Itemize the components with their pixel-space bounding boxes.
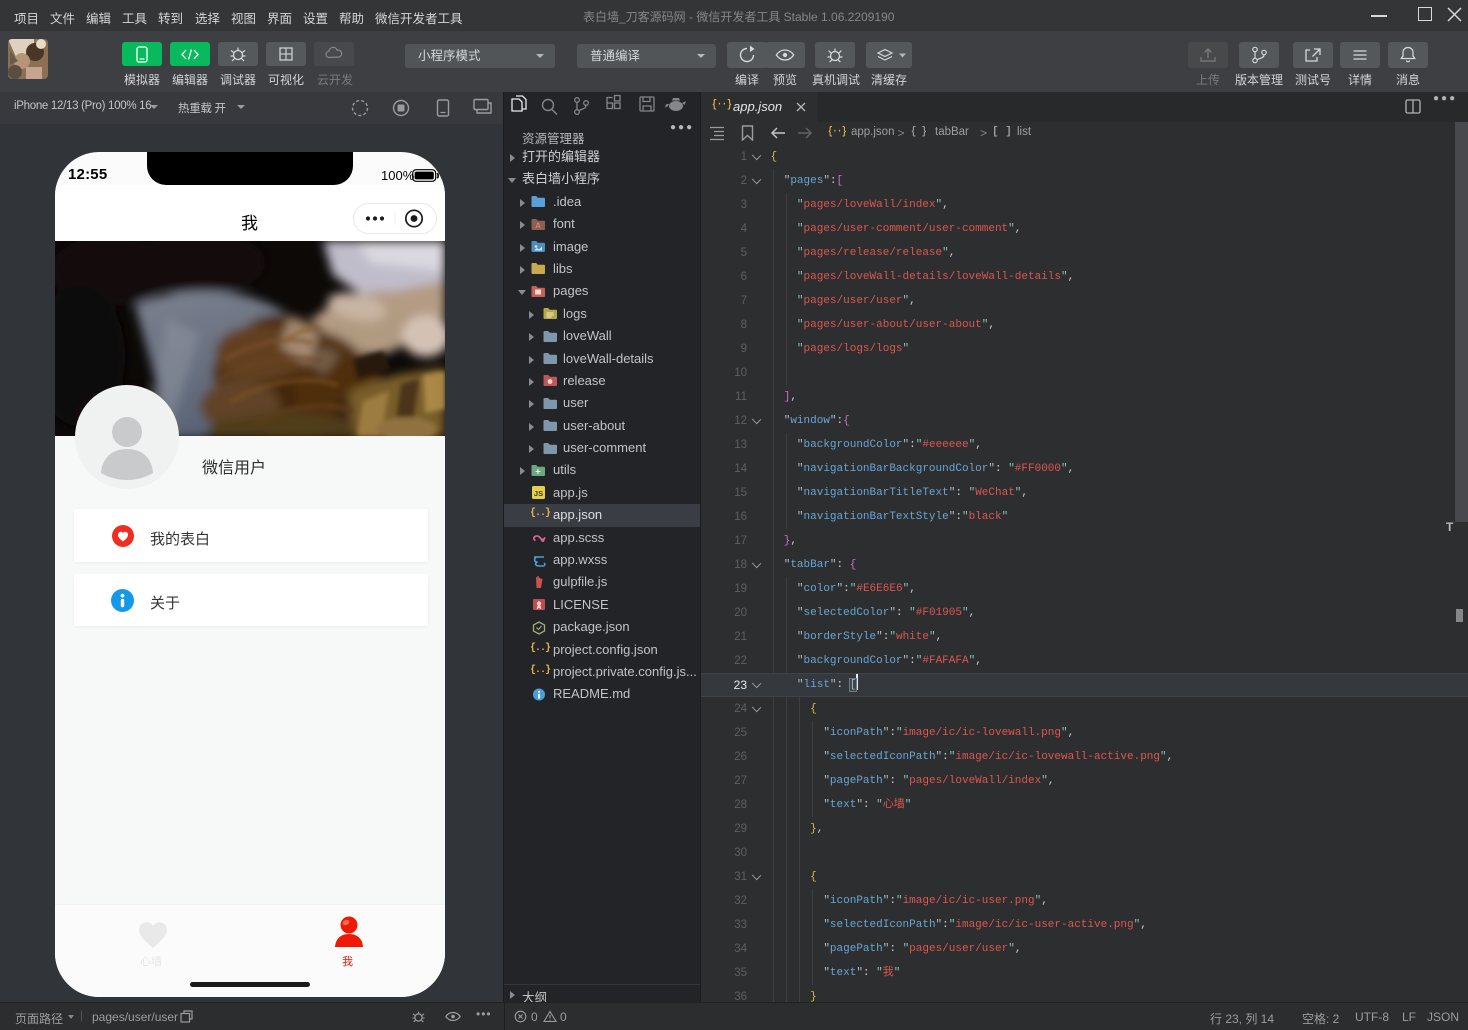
svg-text:JS: JS [534, 489, 543, 498]
svg-text:A: A [535, 221, 541, 230]
